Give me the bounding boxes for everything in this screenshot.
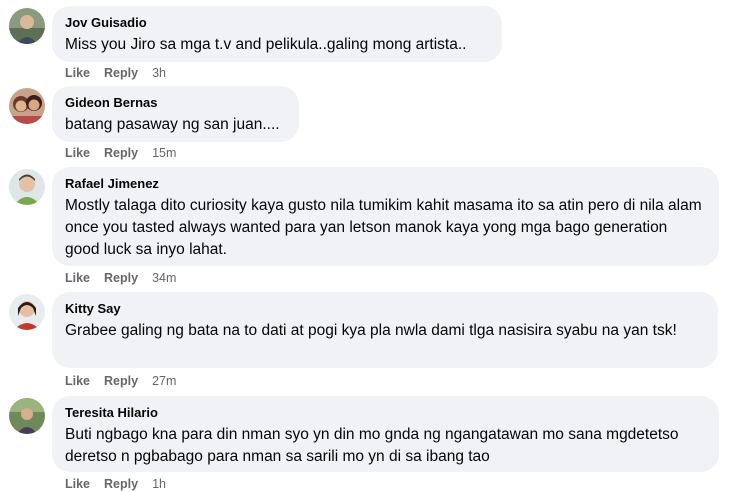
- avatar-icon: [9, 398, 45, 434]
- comment-actions: Like Reply 1h: [65, 476, 166, 492]
- comment-bubble: Teresita Hilario Buti ngbago kna para di…: [52, 396, 719, 472]
- comment-bubble: Rafael Jimenez Mostly talaga dito curios…: [52, 167, 719, 266]
- comment-text: Grabee galing ng bata na to dati at pogi…: [65, 322, 677, 339]
- avatar-icon: [9, 88, 45, 124]
- comment-actions: Like Reply 34m: [65, 270, 176, 286]
- comment-timestamp[interactable]: 34m: [152, 271, 176, 285]
- comment-timestamp[interactable]: 1h: [152, 477, 166, 491]
- like-button[interactable]: Like: [65, 146, 90, 160]
- reply-button[interactable]: Reply: [104, 146, 138, 160]
- like-button[interactable]: Like: [65, 477, 90, 491]
- comment-author[interactable]: Kitty Say: [65, 300, 705, 317]
- like-button[interactable]: Like: [65, 271, 90, 285]
- comment-bubble: Jov Guisadio Miss you Jiro sa mga t.v an…: [52, 6, 502, 62]
- avatar-icon: [9, 294, 45, 330]
- avatar[interactable]: [9, 294, 45, 330]
- reply-button[interactable]: Reply: [104, 374, 138, 388]
- reply-button[interactable]: Reply: [104, 271, 138, 285]
- avatar-icon: [9, 8, 45, 44]
- like-button[interactable]: Like: [65, 374, 90, 388]
- avatar-icon: [9, 169, 45, 205]
- comment-text: Mostly talaga dito curiosity kaya gusto …: [65, 197, 702, 258]
- comment-timestamp[interactable]: 15m: [152, 146, 176, 160]
- avatar[interactable]: [9, 8, 45, 44]
- reply-button[interactable]: Reply: [104, 477, 138, 491]
- comment-text: Buti ngbago kna para din nman syo yn din…: [65, 426, 679, 465]
- comment-author[interactable]: Jov Guisadio: [65, 14, 489, 31]
- avatar[interactable]: [9, 398, 45, 434]
- comment-bubble: Gideon Bernas batang pasaway ng san juan…: [52, 86, 299, 142]
- reply-button[interactable]: Reply: [104, 66, 138, 80]
- comment-timestamp[interactable]: 3h: [152, 66, 166, 80]
- avatar[interactable]: [9, 88, 45, 124]
- comment-actions: Like Reply 27m: [65, 373, 176, 389]
- comment-actions: Like Reply 3h: [65, 65, 166, 81]
- comment-bubble: Kitty Say Grabee galing ng bata na to da…: [52, 292, 718, 368]
- comment-author[interactable]: Gideon Bernas: [65, 94, 286, 111]
- comment-actions: Like Reply 15m: [65, 145, 176, 161]
- comment-text: Miss you Jiro sa mga t.v and pelikula..g…: [65, 36, 467, 53]
- comment-author[interactable]: Teresita Hilario: [65, 404, 706, 421]
- comment-text: batang pasaway ng san juan....: [65, 116, 280, 133]
- comment-author[interactable]: Rafael Jimenez: [65, 175, 706, 192]
- avatar[interactable]: [9, 169, 45, 205]
- comment-timestamp[interactable]: 27m: [152, 374, 176, 388]
- like-button[interactable]: Like: [65, 66, 90, 80]
